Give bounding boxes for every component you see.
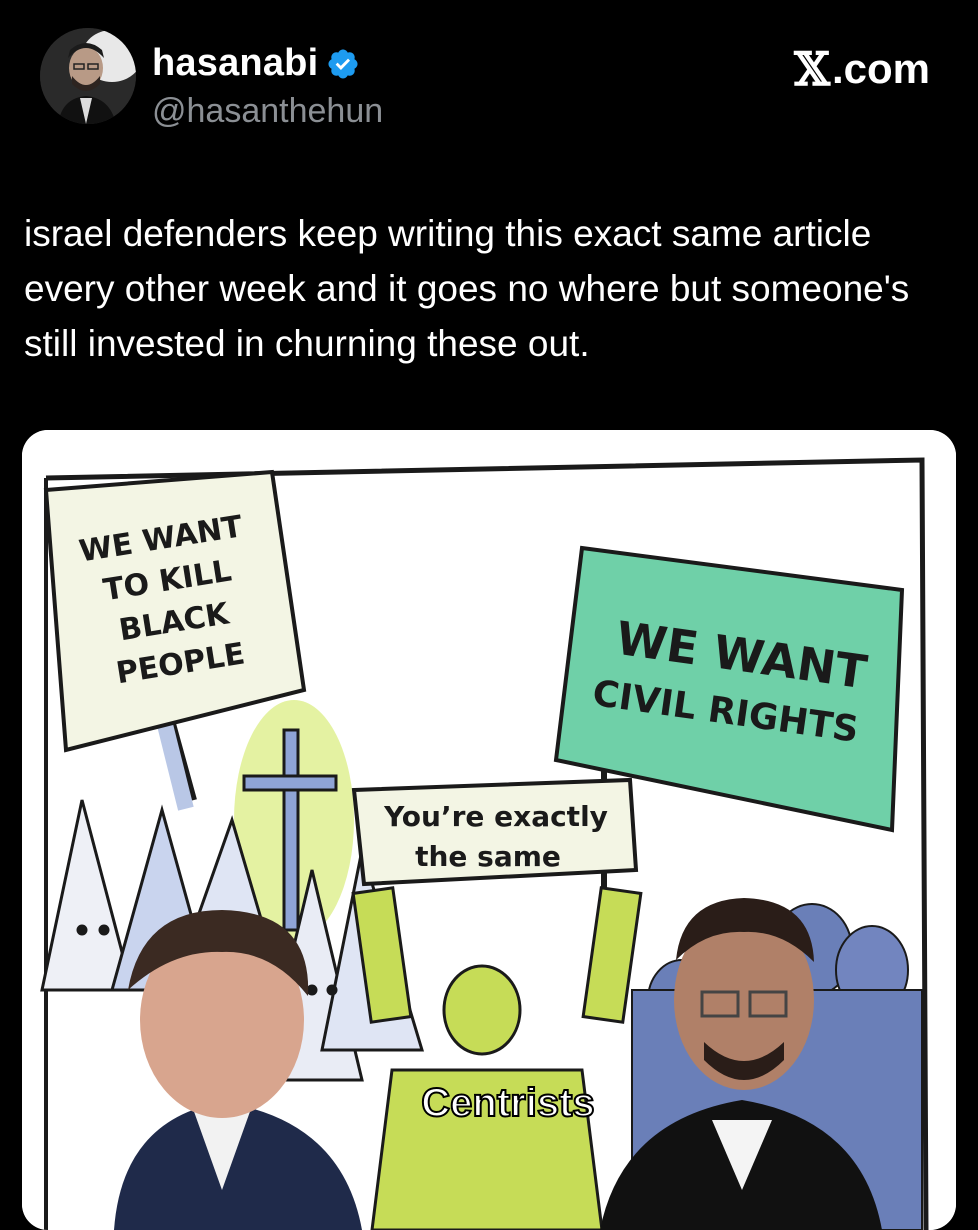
tweet-header: hasanabi @hasanthehun 𝕏 .com bbox=[40, 22, 938, 142]
center-sign-line-2: the same bbox=[415, 840, 561, 873]
center-sign: You’re exactly the same bbox=[351, 777, 639, 887]
media-card[interactable]: WE WANT TO KILL BLACK PEOPLE WE WANT CIV… bbox=[22, 430, 956, 1230]
x-logo-icon: 𝕏 bbox=[794, 42, 830, 96]
user-handle[interactable]: @hasanthehun bbox=[152, 92, 383, 131]
site-domain: .com bbox=[831, 45, 930, 92]
site-label: 𝕏 .com bbox=[794, 42, 930, 96]
name-line: hasanabi bbox=[152, 42, 360, 85]
avatar-image bbox=[40, 28, 136, 124]
tweet-text: israel defenders keep writing this exact… bbox=[24, 213, 910, 364]
display-name[interactable]: hasanabi bbox=[152, 42, 318, 85]
avatar[interactable] bbox=[40, 28, 136, 124]
verified-badge-icon bbox=[328, 48, 358, 79]
meme-caption: Centrists bbox=[421, 1081, 594, 1125]
meme-image: WE WANT TO KILL BLACK PEOPLE WE WANT CIV… bbox=[22, 430, 956, 1230]
center-sign-line-1: You’re exactly bbox=[383, 800, 608, 833]
